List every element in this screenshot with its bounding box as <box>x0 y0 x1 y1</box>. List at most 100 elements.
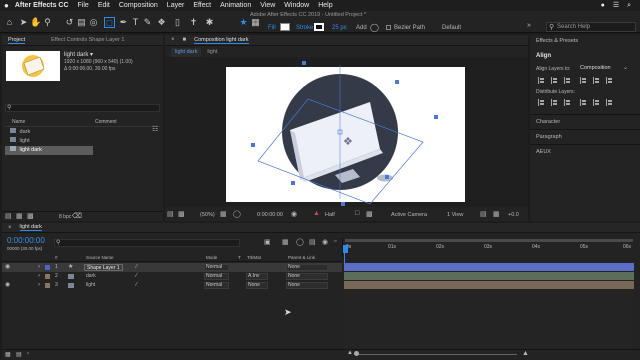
comp-mini-flowchart-icon[interactable]: ▣ <box>264 238 271 246</box>
zoom-dropdown[interactable]: (50%) <box>200 212 215 218</box>
3d-view-icon[interactable]: ▦ <box>493 210 500 218</box>
visibility-eye-icon[interactable]: ◉ <box>5 281 10 290</box>
stroke-swatch[interactable] <box>314 23 324 31</box>
list-item[interactable]: light dark <box>5 146 93 155</box>
name-column-header[interactable]: Name <box>12 119 25 125</box>
align-header[interactable]: Align <box>536 53 551 59</box>
align-left-icon[interactable] <box>538 77 545 84</box>
menu-effect[interactable]: Effect <box>193 2 211 9</box>
add-icon[interactable]: ◯ <box>370 23 379 32</box>
table-row[interactable]: ◉ › 3 light ∕ Normal None None <box>2 281 342 290</box>
search-help-field[interactable]: ⚲ Search Help <box>546 22 636 32</box>
snap-icon[interactable]: ▦ <box>250 17 261 28</box>
tab-composition[interactable]: Composition light dark <box>194 37 249 44</box>
menu-animation[interactable]: Animation <box>220 2 251 9</box>
menu-app-name[interactable]: After Effects CC <box>15 2 69 9</box>
tab-effect-controls[interactable]: Effect Controls Shape Layer 1 <box>51 37 124 43</box>
depth-label[interactable]: 8 bpc <box>59 214 71 220</box>
workspace-menu-icon[interactable]: » <box>527 22 531 29</box>
timecode-display[interactable]: 0:00:00:00 <box>257 212 283 218</box>
brush-tool-icon[interactable]: ✎ <box>142 17 153 28</box>
mask-icon[interactable]: ◯ <box>233 210 241 218</box>
zoom-tool-icon[interactable]: ⚲ <box>42 17 53 28</box>
selection-tool-icon[interactable]: ➤ <box>18 17 29 28</box>
breadcrumb-light-dark[interactable]: light dark <box>171 48 202 57</box>
always-preview-icon[interactable]: ▤ <box>167 210 174 218</box>
aeux-header[interactable]: AEUX <box>536 149 551 155</box>
distribute-left-icon[interactable] <box>580 99 587 106</box>
menu-help[interactable]: Help <box>318 2 332 9</box>
trkmat-dropdown[interactable]: A.Inv <box>246 273 268 280</box>
playhead-handle[interactable] <box>343 245 348 253</box>
work-area-bar[interactable] <box>345 239 633 242</box>
safe-zones-icon[interactable]: ▦ <box>220 210 227 218</box>
menu-composition[interactable]: Composition <box>119 2 158 9</box>
align-layers-to-dropdown[interactable]: Composition <box>580 65 611 71</box>
visibility-eye-icon[interactable]: ◉ <box>5 263 10 272</box>
layer-name[interactable]: light <box>86 281 95 290</box>
motion-blur-icon[interactable]: ◉ <box>322 238 328 246</box>
tab-timeline[interactable]: light dark <box>19 224 42 231</box>
hand-tool-icon[interactable]: ✋ <box>30 17 41 28</box>
new-composition-icon[interactable]: ▩ <box>27 212 34 220</box>
timeline-timecode[interactable]: 0:00:00:00 <box>7 236 45 245</box>
quality-switch-icon[interactable]: ∕ <box>136 263 137 272</box>
exposure-value[interactable]: +0.0 <box>508 212 519 218</box>
layer-bar-shape-layer-1[interactable] <box>344 263 634 271</box>
camera-dropdown[interactable]: Active Camera <box>391 212 427 218</box>
quality-switch-icon[interactable]: ∕ <box>136 272 137 281</box>
distribute-vertical-center-icon[interactable] <box>551 99 558 106</box>
toggle-in-out-icon[interactable]: ▫ <box>27 351 29 357</box>
composition-viewer[interactable]: ❖ <box>165 57 528 207</box>
rectangle-tool-icon[interactable]: □ <box>104 17 115 28</box>
graph-editor-icon[interactable]: ▫ <box>334 238 336 245</box>
lock-icon[interactable]: ■ <box>183 37 187 43</box>
toggle-switches-icon[interactable]: ▦ <box>5 351 11 358</box>
paragraph-header[interactable]: Paragraph <box>536 134 562 140</box>
menu-view[interactable]: View <box>260 2 275 9</box>
layer-bar-light[interactable] <box>344 281 634 289</box>
distribute-horizontal-center-icon[interactable] <box>593 99 600 106</box>
workspace-label[interactable]: Default <box>442 25 461 31</box>
transparency-grid-icon[interactable]: ▩ <box>366 210 373 218</box>
type-tool-icon[interactable]: T <box>130 17 141 28</box>
delete-icon[interactable]: ⌫ <box>72 212 82 220</box>
list-item[interactable]: dark <box>5 128 105 137</box>
breadcrumb-light[interactable]: light <box>207 48 217 57</box>
resolution-dropdown[interactable]: Half <box>325 212 335 218</box>
close-icon[interactable]: × <box>171 37 175 43</box>
stroke-label[interactable]: Stroke <box>296 25 313 31</box>
mode-dropdown[interactable]: Normal <box>204 282 229 289</box>
rotate-tool-icon[interactable]: ↺ <box>64 17 75 28</box>
home-icon[interactable]: ⌂ <box>4 17 15 28</box>
eraser-tool-icon[interactable]: ▯ <box>172 17 183 28</box>
expand-chevron-icon[interactable]: › <box>38 272 40 281</box>
zoom-slider-handle[interactable] <box>354 351 359 356</box>
dropdown-chevron-icon[interactable]: ⌄ <box>623 64 628 71</box>
layer-name[interactable]: dark <box>86 272 96 281</box>
roto-brush-tool-icon[interactable]: ✝ <box>188 17 199 28</box>
align-vertical-center-icon[interactable] <box>593 77 600 84</box>
menu-file[interactable]: File <box>78 2 89 9</box>
zoom-slider[interactable] <box>357 354 517 355</box>
t-column-header[interactable]: T <box>238 255 241 260</box>
menu-layer[interactable]: Layer <box>167 2 185 9</box>
label-color-swatch[interactable] <box>45 283 50 288</box>
project-search-field[interactable]: ⚲ <box>5 104 160 112</box>
align-right-icon[interactable] <box>564 77 571 84</box>
expand-chevron-icon[interactable]: › <box>38 263 40 272</box>
view-layout-dropdown[interactable]: 1 View <box>447 212 463 218</box>
list-item[interactable]: light <box>5 137 105 146</box>
time-ruler[interactable]: 0s 01s 02s 03s 04s 05s 06s <box>342 237 634 259</box>
add-label[interactable]: Add <box>356 25 367 31</box>
close-icon[interactable]: × <box>8 225 12 231</box>
trkmat-dropdown[interactable]: None <box>246 282 268 289</box>
label-color-swatch[interactable] <box>45 274 50 279</box>
zoom-in-icon[interactable]: ▲ <box>522 350 529 357</box>
fill-swatch[interactable] <box>280 23 290 31</box>
pan-behind-tool-icon[interactable]: ◎ <box>88 17 99 28</box>
expand-chevron-icon[interactable]: › <box>38 281 40 290</box>
distribute-bottom-icon[interactable] <box>564 99 571 106</box>
composition-canvas[interactable]: ❖ <box>165 57 528 207</box>
align-bottom-icon[interactable] <box>606 77 613 84</box>
